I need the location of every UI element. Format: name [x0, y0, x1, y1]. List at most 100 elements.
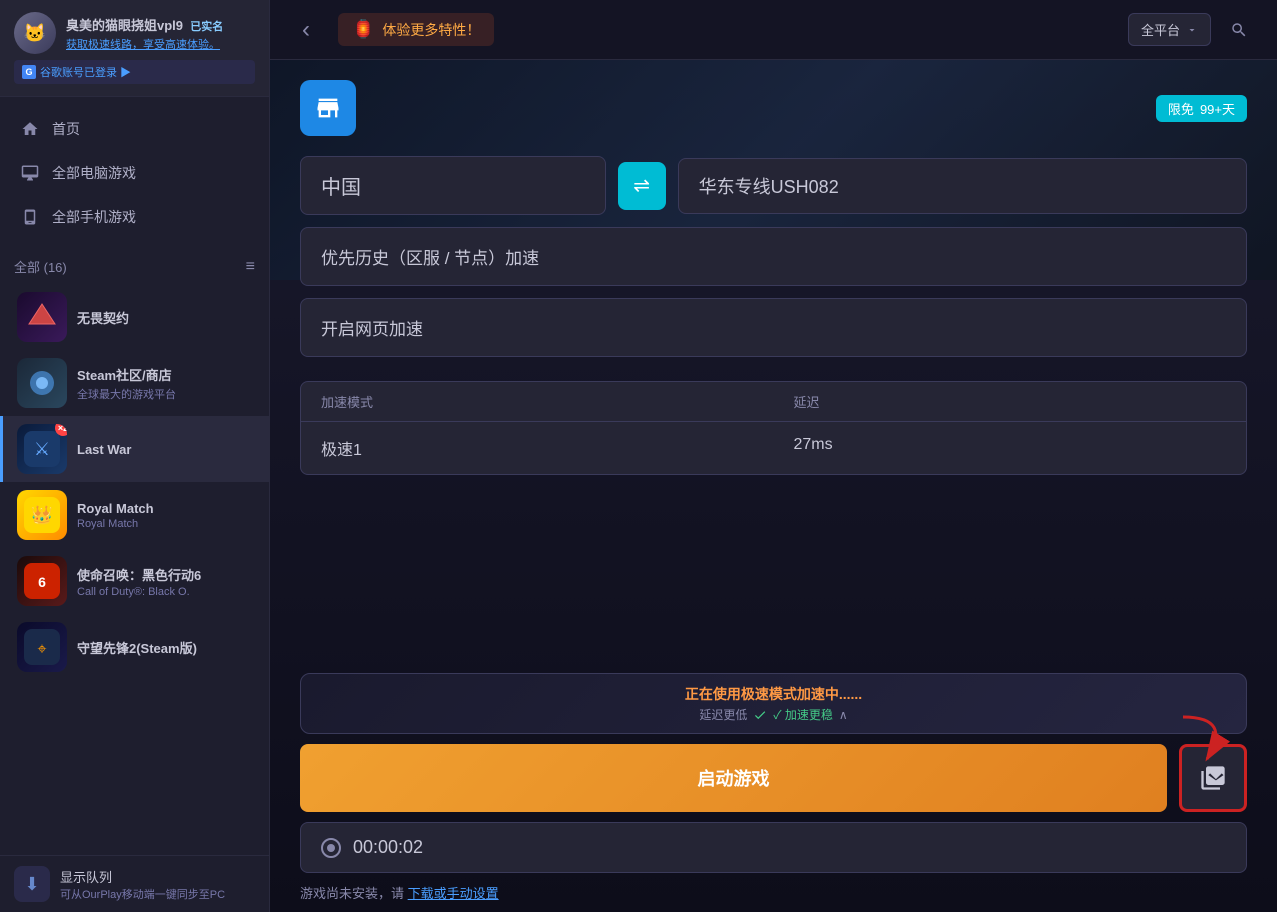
game-icon-overwatch: ⌖	[17, 622, 67, 672]
search-icon	[1230, 21, 1248, 39]
timer-row: 00:00:02	[300, 822, 1247, 873]
phone-icon	[20, 207, 40, 227]
region-box[interactable]: 中国	[300, 156, 606, 215]
display-queue[interactable]: ⬇ 显示队列 可从OurPlay移动端一键同步至PC	[0, 855, 269, 912]
accel-sub-prefix: 延迟更低	[699, 706, 747, 723]
install-notice-prefix: 游戏尚未安装，请	[300, 886, 404, 901]
list-view-toggle[interactable]: ≡	[246, 258, 255, 276]
home-icon	[20, 119, 40, 139]
webpage-accel-button[interactable]: 开启网页加速	[300, 298, 1247, 357]
swap-button[interactable]: ⇌	[618, 162, 666, 210]
game-item-overwatch[interactable]: ⌖ 守望先锋2(Steam版)	[0, 614, 269, 680]
speed-row: 极速1 27ms	[301, 422, 1246, 474]
accel-status-sub: 延迟更低 ✓ 加速更稳 ∧	[317, 706, 1230, 723]
nav-home[interactable]: 首页	[0, 107, 269, 151]
game-name-lastwar: Last War	[77, 442, 255, 457]
latency-col-header: 延迟	[774, 382, 1247, 421]
promo-badge-label: 限免	[1168, 99, 1194, 118]
svg-text:6: 6	[38, 574, 46, 590]
accel-status-area: 正在使用极速模式加速中...... 延迟更低 ✓ 加速更稳 ∧ 启动游戏	[300, 673, 1247, 902]
webpage-label: 开启网页加速	[321, 320, 423, 339]
search-button[interactable]	[1221, 12, 1257, 48]
nav-menu: 首页 全部电脑游戏 全部手机游戏	[0, 97, 269, 249]
svg-text:⚔: ⚔	[34, 439, 50, 459]
google-login-btn[interactable]: G 谷歌账号已登录 ▶	[14, 60, 255, 84]
speed-mode-value: 极速1	[301, 422, 774, 474]
game-item-lastwar[interactable]: ⚔ ×2 Last War	[0, 416, 269, 482]
nav-mobile-games[interactable]: 全部手机游戏	[0, 195, 269, 239]
region-row: 中国 ⇌ 华东专线USH082	[300, 156, 1247, 215]
games-count-label: 全部 (16)	[14, 257, 67, 276]
game-sub-cod: Call of Duty®: Black O.	[77, 586, 255, 598]
game-icon-steam	[17, 358, 67, 408]
screenshot-button[interactable]	[1179, 744, 1247, 812]
avatar: 🐱	[14, 12, 56, 54]
user-name-text: 臭美的猫眼挠姐vpl9	[66, 18, 183, 33]
bottom-controls: 启动游戏	[300, 744, 1247, 812]
queue-sub: 可从OurPlay移动端一键同步至PC	[60, 886, 255, 902]
lantern-icon: 🏮	[352, 19, 374, 40]
game-sub-steam: 全球最大的游戏平台	[77, 386, 255, 402]
game-item-cod[interactable]: 6 使命召唤：黑色行动6 Call of Duty®: Black O.	[0, 548, 269, 614]
latency-value: 27ms	[774, 422, 1247, 474]
game-name-royalmatch: Royal Match	[77, 501, 255, 516]
server-box[interactable]: 华东专线USH082	[678, 158, 1247, 214]
back-button[interactable]: ‹	[290, 14, 322, 46]
game-text-steam: Steam社区/商店 全球最大的游戏平台	[77, 365, 255, 402]
speed-table-header: 加速模式 延迟	[301, 382, 1246, 422]
games-list: 无畏契约 Steam社区/商店 全球最大的游戏平台 ⚔ ×2	[0, 284, 269, 855]
promo-badge: 限免 99+天	[1156, 95, 1247, 122]
top-bar: ‹ 🏮 体验更多特性！ 全平台	[270, 0, 1277, 60]
nav-pc-games[interactable]: 全部电脑游戏	[0, 151, 269, 195]
content-area: 限免 99+天 中国 ⇌ 华东专线USH082 优先历史（区服 / 节点）加速	[270, 60, 1277, 912]
game-icon-royalmatch: 👑	[17, 490, 67, 540]
user-info: 臭美的猫眼挠姐vpl9 已实名 获取极速线路，享受高速体验。	[66, 15, 255, 52]
game-item-royalmatch[interactable]: 👑 Royal Match Royal Match	[0, 482, 269, 548]
google-text: 谷歌账号已登录 ▶	[40, 64, 131, 80]
monitor-icon	[20, 163, 40, 183]
sidebar: 🐱 臭美的猫眼挠姐vpl9 已实名 获取极速线路，享受高速体验。 G 谷歌账号已…	[0, 0, 270, 912]
accel-status-title: 正在使用极速模式加速中......	[317, 684, 1230, 704]
vpn-icon-button[interactable]	[300, 80, 356, 136]
main-content: ‹ 🏮 体验更多特性！ 全平台 限免	[270, 0, 1277, 912]
google-icon: G	[22, 65, 36, 79]
vpn-panel: 限免 99+天 中国 ⇌ 华东专线USH082 优先历史（区服 / 节点）加速	[300, 80, 1247, 475]
game-text-overwatch: 守望先锋2(Steam版)	[77, 638, 255, 657]
queue-text: 显示队列 可从OurPlay移动端一键同步至PC	[60, 867, 255, 902]
user-name: 臭美的猫眼挠姐vpl9 已实名	[66, 15, 255, 34]
promo-link[interactable]: 获取极速线路，享受高速体验。	[66, 36, 255, 52]
nav-mobile-games-label: 全部手机游戏	[52, 207, 136, 227]
promo-banner[interactable]: 🏮 体验更多特性！	[338, 13, 494, 46]
chevron-down-icon	[1186, 24, 1198, 36]
top-right: 全平台	[1128, 12, 1257, 48]
priority-button[interactable]: 优先历史（区服 / 节点）加速	[300, 227, 1247, 286]
nav-home-label: 首页	[52, 119, 80, 139]
queue-name: 显示队列	[60, 867, 255, 886]
games-section: 全部 (16) ≡ 无畏契约 Steam社区/商店 全球最大的游	[0, 249, 269, 855]
timer-dot-inner	[327, 844, 335, 852]
platform-select[interactable]: 全平台	[1128, 13, 1211, 46]
game-icon-lastwar: ⚔ ×2	[17, 424, 67, 474]
game-name-wuhui: 无畏契约	[77, 308, 255, 327]
download-icon: ⬇	[14, 866, 50, 902]
timer-display: 00:00:02	[353, 837, 423, 858]
accel-sub-badge: ✓ 加速更稳	[773, 706, 833, 723]
red-arrow-indicator	[1173, 707, 1253, 767]
priority-label: 优先历史（区服 / 节点）加速	[321, 249, 539, 268]
svg-text:👑: 👑	[31, 505, 53, 525]
install-link[interactable]: 下载或手动设置	[408, 886, 499, 901]
speed-mode-col-header: 加速模式	[301, 382, 774, 421]
game-name-cod: 使命召唤：黑色行动6	[77, 565, 255, 584]
launch-button[interactable]: 启动游戏	[300, 744, 1167, 812]
screenshot-icon	[1199, 764, 1227, 792]
vpn-top-row: 限免 99+天	[300, 80, 1247, 136]
check-icon	[753, 708, 767, 722]
verified-badge: 已实名	[190, 21, 223, 33]
region-label: 中国	[321, 177, 361, 199]
game-item-steam[interactable]: Steam社区/商店 全球最大的游戏平台	[0, 350, 269, 416]
svg-text:⌖: ⌖	[37, 641, 46, 658]
accel-status-banner: 正在使用极速模式加速中...... 延迟更低 ✓ 加速更稳 ∧	[300, 673, 1247, 734]
games-header: 全部 (16) ≡	[0, 249, 269, 284]
game-sub-royalmatch: Royal Match	[77, 518, 255, 530]
game-item-wuhui[interactable]: 无畏契约	[0, 284, 269, 350]
